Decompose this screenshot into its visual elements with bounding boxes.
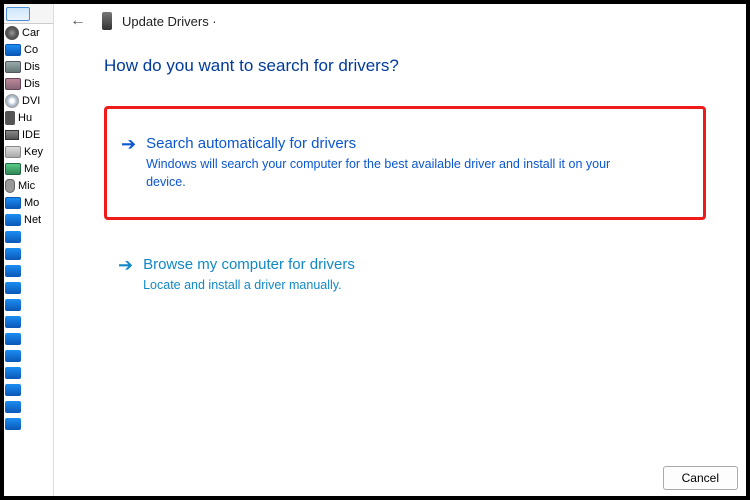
device-category[interactable]: Dis bbox=[4, 75, 53, 92]
device-item[interactable] bbox=[4, 398, 53, 415]
device-category[interactable]: Mic bbox=[4, 177, 53, 194]
drive-icon bbox=[5, 78, 21, 90]
device-item[interactable] bbox=[4, 313, 53, 330]
option-description: Windows will search your computer for th… bbox=[146, 156, 626, 191]
device-category[interactable]: IDE bbox=[4, 126, 53, 143]
memory-icon bbox=[5, 163, 21, 175]
network-adapter-icon bbox=[5, 401, 21, 413]
option-title: Browse my computer for drivers bbox=[143, 256, 692, 273]
device-label: Car bbox=[22, 27, 40, 39]
device-item[interactable] bbox=[4, 296, 53, 313]
device-item[interactable] bbox=[4, 330, 53, 347]
network-adapter-icon bbox=[5, 418, 21, 430]
ide-icon bbox=[5, 130, 19, 140]
network-adapter-icon bbox=[5, 316, 21, 328]
cancel-button[interactable]: Cancel bbox=[663, 466, 738, 490]
device-category[interactable]: Co bbox=[4, 41, 53, 58]
device-category[interactable]: Me bbox=[4, 160, 53, 177]
device-category[interactable]: Key bbox=[4, 143, 53, 160]
monitor-icon bbox=[5, 44, 21, 56]
device-category[interactable]: Dis bbox=[4, 58, 53, 75]
network-adapter-icon bbox=[5, 350, 21, 362]
device-item[interactable] bbox=[4, 245, 53, 262]
window-icon bbox=[6, 7, 30, 21]
update-drivers-dialog: ← Update Drivers · How do you want to se… bbox=[54, 6, 746, 496]
device-item[interactable] bbox=[4, 262, 53, 279]
device-category[interactable]: Car bbox=[4, 24, 53, 41]
network-adapter-icon bbox=[5, 333, 21, 345]
device-item[interactable] bbox=[4, 415, 53, 432]
dialog-heading: How do you want to search for drivers? bbox=[104, 56, 706, 76]
device-item[interactable] bbox=[4, 279, 53, 296]
network-adapter-icon bbox=[5, 367, 21, 379]
network-adapter-icon bbox=[5, 282, 21, 294]
device-item[interactable] bbox=[4, 228, 53, 245]
network-adapter-icon bbox=[5, 265, 21, 277]
device-label: Key bbox=[24, 146, 43, 158]
arrow-right-icon: ➔ bbox=[118, 256, 133, 295]
network-icon bbox=[5, 214, 21, 226]
back-button[interactable]: ← bbox=[64, 10, 92, 32]
camera-icon bbox=[5, 26, 19, 40]
keyboard-icon bbox=[5, 146, 21, 158]
driver-icon bbox=[102, 12, 112, 30]
sidebar-header bbox=[4, 4, 53, 24]
device-label: Hu bbox=[18, 112, 32, 124]
dialog-header: ← Update Drivers · bbox=[54, 6, 746, 36]
mouse-icon bbox=[5, 179, 15, 193]
usb-icon bbox=[5, 111, 15, 125]
dialog-title: Update Drivers · bbox=[122, 14, 217, 29]
device-category[interactable]: Net bbox=[4, 211, 53, 228]
dialog-footer: Cancel bbox=[663, 466, 738, 490]
device-label: Me bbox=[24, 163, 39, 175]
dvd-icon bbox=[5, 94, 19, 108]
device-label: Mo bbox=[24, 197, 39, 209]
search-auto-option[interactable]: ➔ Search automatically for drivers Windo… bbox=[104, 106, 706, 220]
device-category[interactable]: DVI bbox=[4, 92, 53, 109]
network-adapter-icon bbox=[5, 384, 21, 396]
device-label: Co bbox=[24, 44, 38, 56]
arrow-right-icon: ➔ bbox=[121, 135, 136, 191]
browse-computer-option[interactable]: ➔ Browse my computer for drivers Locate … bbox=[104, 238, 706, 313]
dialog-content: How do you want to search for drivers? ➔… bbox=[54, 36, 746, 341]
device-label: Dis bbox=[24, 61, 40, 73]
device-category[interactable]: Mo bbox=[4, 194, 53, 211]
device-category[interactable]: Hu bbox=[4, 109, 53, 126]
device-item[interactable] bbox=[4, 381, 53, 398]
device-item[interactable] bbox=[4, 347, 53, 364]
device-label: IDE bbox=[22, 129, 40, 141]
device-label: DVI bbox=[22, 95, 40, 107]
network-adapter-icon bbox=[5, 231, 21, 243]
device-label: Dis bbox=[24, 78, 40, 90]
device-item[interactable] bbox=[4, 364, 53, 381]
disk-icon bbox=[5, 61, 21, 73]
monitor-icon bbox=[5, 197, 21, 209]
option-description: Locate and install a driver manually. bbox=[143, 277, 623, 295]
option-title: Search automatically for drivers bbox=[146, 135, 689, 152]
device-label: Mic bbox=[18, 180, 35, 192]
network-adapter-icon bbox=[5, 248, 21, 260]
device-label: Net bbox=[24, 214, 41, 226]
network-adapter-icon bbox=[5, 299, 21, 311]
device-manager-sidebar: Car Co Dis Dis DVI Hu IDE Key Me Mic Mo … bbox=[4, 4, 54, 496]
